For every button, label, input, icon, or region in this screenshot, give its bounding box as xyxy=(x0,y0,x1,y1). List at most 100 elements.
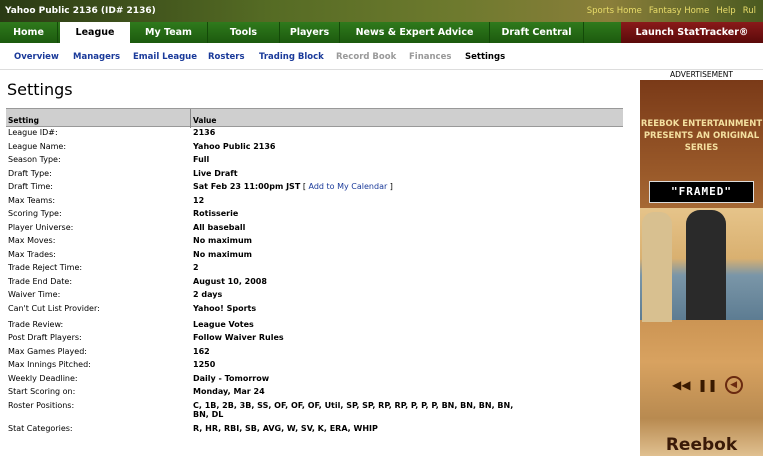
table-row: Player Universe: All baseball xyxy=(6,222,623,236)
header-divider xyxy=(190,109,191,128)
tab-my-team[interactable]: My Team xyxy=(130,22,208,43)
setting-value: Full xyxy=(193,155,210,164)
setting-value: League Votes xyxy=(193,319,254,329)
subnav-trading-block[interactable]: Trading Block xyxy=(259,52,324,62)
ad-brand: Reebok xyxy=(665,435,738,455)
tab-home[interactable]: Home xyxy=(0,22,58,43)
tab-draft-central[interactable]: Draft Central xyxy=(490,22,584,43)
setting-label: League Name: xyxy=(8,141,67,151)
main-nav: Home League My Team Tools Players News &… xyxy=(0,22,763,43)
setting-value: 1250 xyxy=(193,360,216,369)
setting-value: Sat Feb 23 11:00pm JST [ Add to My Calen… xyxy=(193,182,523,192)
help-link[interactable]: Help xyxy=(716,6,735,16)
table-row: Trade End Date: August 10, 2008 xyxy=(6,276,623,290)
setting-value: All baseball xyxy=(193,222,246,232)
table-header: Setting Value xyxy=(6,108,623,128)
table-row: Stat Categories: R, HR, RBI, SB, AVG, W, … xyxy=(6,423,623,437)
setting-label: Max Teams: xyxy=(8,195,56,205)
setting-value: 12 xyxy=(193,195,205,205)
tab-league[interactable]: League xyxy=(60,22,130,43)
table-row: Max Trades: No maximum xyxy=(6,249,623,263)
setting-value: No maximum xyxy=(193,236,252,245)
setting-label: Draft Type: xyxy=(8,168,52,178)
table-row: Weekly Deadline: Daily - Tomorrow xyxy=(6,373,623,387)
setting-label: Max Games Played: xyxy=(8,346,87,356)
setting-value: Live Draft xyxy=(193,168,238,178)
setting-value: 2136 xyxy=(193,128,216,137)
setting-label: Season Type: xyxy=(8,155,61,164)
ad-person-left xyxy=(642,212,672,322)
setting-value: 162 xyxy=(193,346,210,356)
mute-icon[interactable]: ◀ xyxy=(724,376,743,394)
ad-label: ADVERTISEMENT xyxy=(669,70,733,79)
setting-label: Waiver Time: xyxy=(8,290,61,299)
table-row: Max Moves: No maximum xyxy=(6,235,623,249)
setting-value: August 10, 2008 xyxy=(193,276,267,286)
table-row: Max Teams: 12 xyxy=(6,195,623,209)
subnav-overview[interactable]: Overview xyxy=(14,52,59,62)
tab-players[interactable]: Players xyxy=(280,22,340,43)
add-to-calendar-link[interactable]: Add to My Calendar xyxy=(309,182,388,191)
subnav-record-book[interactable]: Record Book xyxy=(336,52,396,62)
rules-link[interactable]: Rul xyxy=(743,6,756,16)
setting-label: Max Innings Pitched: xyxy=(8,360,91,369)
table-row: Draft Type: Live Draft xyxy=(6,168,623,182)
pause-icon[interactable]: ❚❚ xyxy=(697,378,717,392)
table-row: Can't Cut List Provider: Yahoo! Sports xyxy=(6,303,623,319)
table-row: Post Draft Players: Follow Waiver Rules xyxy=(6,332,623,346)
table-row: Draft Time: Sat Feb 23 11:00pm JST [ Add … xyxy=(6,181,623,195)
bracket-close: ] xyxy=(387,182,393,191)
ad-show-title: "FRAMED" xyxy=(649,181,754,203)
setting-label: Max Trades: xyxy=(8,249,56,259)
advertisement[interactable]: REEBOK ENTERTAINMENT PRESENTS AN ORIGINA… xyxy=(640,80,763,456)
table-row: Max Innings Pitched: 1250 xyxy=(6,359,623,373)
table-row: League ID#: 2136 xyxy=(6,127,623,141)
table-row: League Name: Yahoo Public 2136 xyxy=(6,141,623,155)
rewind-icon[interactable]: ◀◀ xyxy=(672,378,690,392)
table-row: Scoring Type: Rotisserie xyxy=(6,208,623,222)
col-setting-header: Setting xyxy=(8,116,39,125)
setting-value: 2 days xyxy=(193,290,223,299)
table-row: Roster Positions: C, 1B, 2B, 3B, SS, OF, … xyxy=(6,400,623,423)
setting-label: Roster Positions: xyxy=(8,400,75,410)
setting-label: League ID#: xyxy=(8,128,58,137)
table-row: Max Games Played: 162 xyxy=(6,346,623,360)
subnav-finances[interactable]: Finances xyxy=(409,52,451,62)
ad-headline: REEBOK ENTERTAINMENT PRESENTS AN ORIGINA… xyxy=(640,119,763,153)
setting-label: Start Scoring on: xyxy=(8,387,76,396)
setting-label: Can't Cut List Provider: xyxy=(8,303,100,313)
setting-value: No maximum xyxy=(193,249,252,259)
sports-home-link[interactable]: Sports Home xyxy=(587,6,642,16)
table-row: Trade Review: League Votes xyxy=(6,319,623,333)
table-body: League ID#: 2136 League Name: Yahoo Public … xyxy=(6,127,623,436)
setting-value-text: Sat Feb 23 11:00pm JST xyxy=(193,182,301,191)
setting-label: Max Moves: xyxy=(8,236,56,245)
subnav-settings: Settings xyxy=(465,52,506,62)
setting-label: Stat Categories: xyxy=(8,423,73,433)
setting-value: Daily - Tomorrow xyxy=(193,373,270,383)
setting-label: Trade End Date: xyxy=(8,276,73,286)
subnav-rosters[interactable]: Rosters xyxy=(208,52,245,62)
subnav-managers[interactable]: Managers xyxy=(73,52,120,62)
setting-value: Monday, Mar 24 xyxy=(193,387,265,396)
bracket-open: [ xyxy=(300,182,309,191)
table-row: Start Scoring on: Monday, Mar 24 xyxy=(6,386,623,400)
launch-stattracker-button[interactable]: Launch StatTracker® xyxy=(621,22,763,43)
page-title: Settings xyxy=(7,80,73,99)
settings-table: Setting Value League ID#: 2136 League Name… xyxy=(6,108,623,436)
setting-value: Follow Waiver Rules xyxy=(193,333,284,342)
setting-value: Yahoo! Sports xyxy=(193,303,257,313)
setting-label: Trade Reject Time: xyxy=(8,263,83,272)
tab-tools[interactable]: Tools xyxy=(208,22,280,43)
col-value-header: Value xyxy=(193,116,217,125)
fantasy-home-link[interactable]: Fantasy Home xyxy=(649,6,710,16)
league-title: Yahoo Public 2136 (ID# 2136) xyxy=(5,6,156,16)
ad-controls: ◀◀ ❚❚ ◀ xyxy=(672,376,743,394)
setting-label: Draft Time: xyxy=(8,182,53,191)
setting-value: Yahoo Public 2136 xyxy=(193,141,276,151)
top-bar: Yahoo Public 2136 (ID# 2136) Sports Home… xyxy=(0,0,763,22)
setting-label: Post Draft Players: xyxy=(8,333,82,342)
setting-value: R, HR, RBI, SB, AVG, W, SV, K, ERA, WHIP xyxy=(193,423,378,433)
subnav-email-league[interactable]: Email League xyxy=(133,52,197,62)
tab-news[interactable]: News & Expert Advice xyxy=(340,22,490,43)
